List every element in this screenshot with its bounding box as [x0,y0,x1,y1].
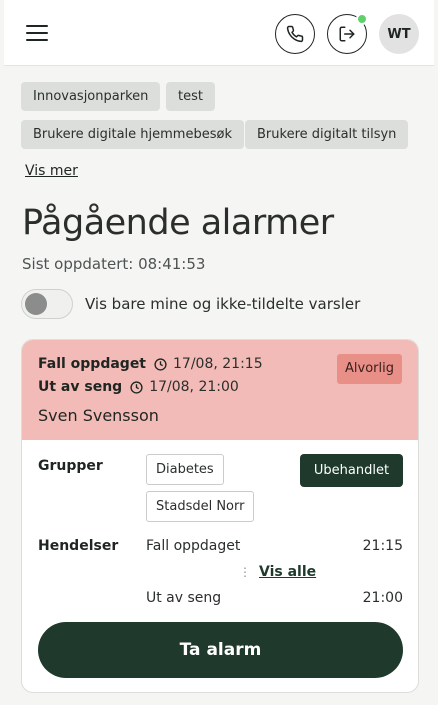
logout-icon [339,26,355,42]
event-row: Fall oppdaget 21:15 [146,538,403,554]
severity-badge: Alvorlig [337,354,402,384]
clock-icon [130,380,143,394]
event-row: Ut av seng 21:00 [146,590,403,606]
groups-label: Grupper [38,458,103,474]
logout-button[interactable] [327,13,368,54]
person-name: Sven Svensson [38,406,159,425]
toggle-knob [25,293,47,315]
take-alarm-button[interactable]: Ta alarm [38,622,403,678]
alarm-card-header: Fall oppdaget 17/08, 21:15 Ut av seng 17… [22,340,418,440]
my-alerts-toggle[interactable] [21,289,73,319]
event-name: Ut av seng [146,590,222,606]
events-label: Hendelser [38,538,119,554]
event-time: 21:00 [362,590,403,606]
filter-chip[interactable]: Innovasjonparken [21,82,161,111]
group-tag: Stadsdel Norr [146,491,255,522]
group-tag: Diabetes [146,454,224,485]
alarm-type: Fall oppdaget [38,356,147,372]
alarm-line: Fall oppdaget 17/08, 21:15 [38,356,263,372]
filter-chip[interactable]: test [166,82,215,111]
alarm-card: Fall oppdaget 17/08, 21:15 Ut av seng 17… [21,339,419,693]
show-all-row: ⋮ Vis alle [239,564,316,580]
more-dots-icon: ⋮ [239,565,251,579]
clock-icon [154,357,167,371]
alarm-line: Ut av seng 17/08, 21:00 [38,379,239,395]
alarm-time: 17/08, 21:15 [173,356,263,372]
toggle-label: Vis bare mine og ikke-tildelte varsler [85,295,361,313]
alarm-type: Ut av seng [38,379,123,395]
avatar[interactable]: WT [379,14,419,54]
show-more-link[interactable]: Vis mer [25,163,78,179]
top-bar: WT [4,0,434,66]
status-button[interactable]: Ubehandlet [300,454,403,487]
page-title: Pågående alarmer [22,203,334,243]
filter-chip[interactable]: Brukere digitalt tilsyn [245,120,409,149]
event-time: 21:15 [362,538,403,554]
hamburger-menu-icon[interactable] [26,25,48,43]
show-all-link[interactable]: Vis alle [259,564,316,580]
alarm-time: 17/08, 21:00 [149,379,239,395]
phone-icon [286,25,304,43]
phone-button[interactable] [275,14,315,54]
status-indicator [356,13,368,25]
last-updated: Sist oppdatert: 08:41:53 [22,255,206,273]
filter-chip[interactable]: Brukere digitale hjemmebesøk [21,120,244,149]
event-name: Fall oppdaget [146,538,241,554]
